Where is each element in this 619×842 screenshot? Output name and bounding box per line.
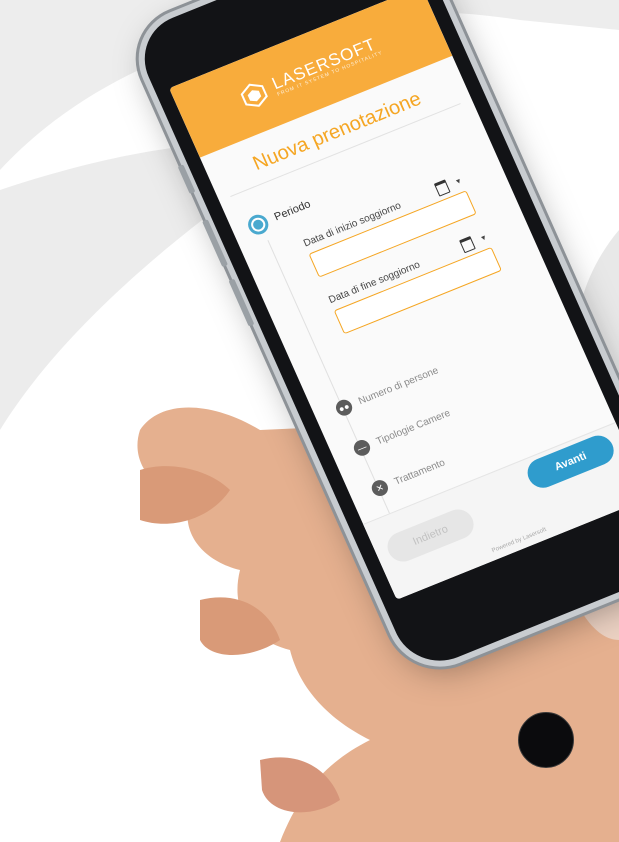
step-label: Tipologie Camere (374, 407, 452, 447)
dropdown-arrow-icon[interactable]: ▼ (454, 177, 463, 186)
cutlery-icon: ✕ (369, 477, 391, 499)
calendar-icon[interactable] (433, 179, 451, 197)
step-label: Numero di persone (356, 364, 441, 407)
people-icon: ●● (333, 397, 355, 418)
back-button[interactable]: Indietro (382, 504, 479, 567)
step-label: Trattamento (392, 456, 447, 488)
step-label: Periodo (272, 198, 313, 224)
circle-icon (244, 211, 272, 238)
calendar-icon[interactable] (459, 235, 476, 254)
lasersoft-logo-icon (241, 83, 269, 107)
dropdown-arrow-icon[interactable]: ▼ (479, 234, 488, 243)
home-button[interactable] (518, 712, 574, 768)
minus-icon: — (351, 437, 373, 459)
brand-name: LASERSOFT FROM IT SYSTEM TO HOSPITALITY (269, 34, 384, 98)
